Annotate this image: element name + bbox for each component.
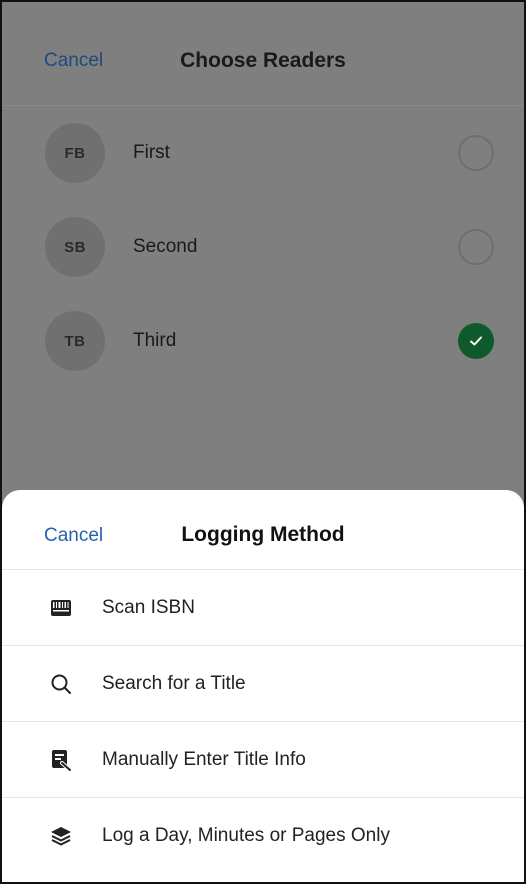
avatar: SB <box>45 217 105 277</box>
layers-icon <box>49 824 73 848</box>
reader-select-radio[interactable] <box>458 135 494 171</box>
reader-name: Third <box>133 330 177 351</box>
barcode-icon <box>49 596 73 620</box>
avatar: TB <box>45 311 105 371</box>
option-label: Manually Enter Title Info <box>102 749 306 770</box>
choose-readers-title: Choose Readers <box>180 49 346 72</box>
edit-document-icon <box>49 748 73 772</box>
option-label: Search for a Title <box>102 673 246 694</box>
option-label: Log a Day, Minutes or Pages Only <box>102 825 390 846</box>
search-icon <box>49 672 73 696</box>
option-label: Scan ISBN <box>102 597 195 618</box>
reader-name: Second <box>133 236 198 257</box>
choose-readers-header: Cancel Choose Readers <box>2 2 524 106</box>
reader-row-first[interactable]: FB First <box>2 106 524 200</box>
option-search-title[interactable]: Search for a Title <box>2 646 524 722</box>
option-manual-entry[interactable]: Manually Enter Title Info <box>2 722 524 798</box>
reader-select-radio-checked[interactable] <box>458 323 494 359</box>
app-frame: Cancel Choose Readers FB First SB Second… <box>0 0 526 884</box>
sheet-title: Logging Method <box>181 523 345 546</box>
logging-method-sheet: Cancel Logging Method Scan ISBN Search f… <box>2 490 524 882</box>
sheet-header: Cancel Logging Method <box>2 490 524 570</box>
option-scan-isbn[interactable]: Scan ISBN <box>2 570 524 646</box>
avatar: FB <box>45 123 105 183</box>
reader-name: First <box>133 142 170 163</box>
reader-row-second[interactable]: SB Second <box>2 200 524 294</box>
option-log-day[interactable]: Log a Day, Minutes or Pages Only <box>2 798 524 874</box>
checkmark-icon <box>470 336 482 346</box>
reader-row-third[interactable]: TB Third <box>2 294 524 388</box>
reader-select-radio[interactable] <box>458 229 494 265</box>
